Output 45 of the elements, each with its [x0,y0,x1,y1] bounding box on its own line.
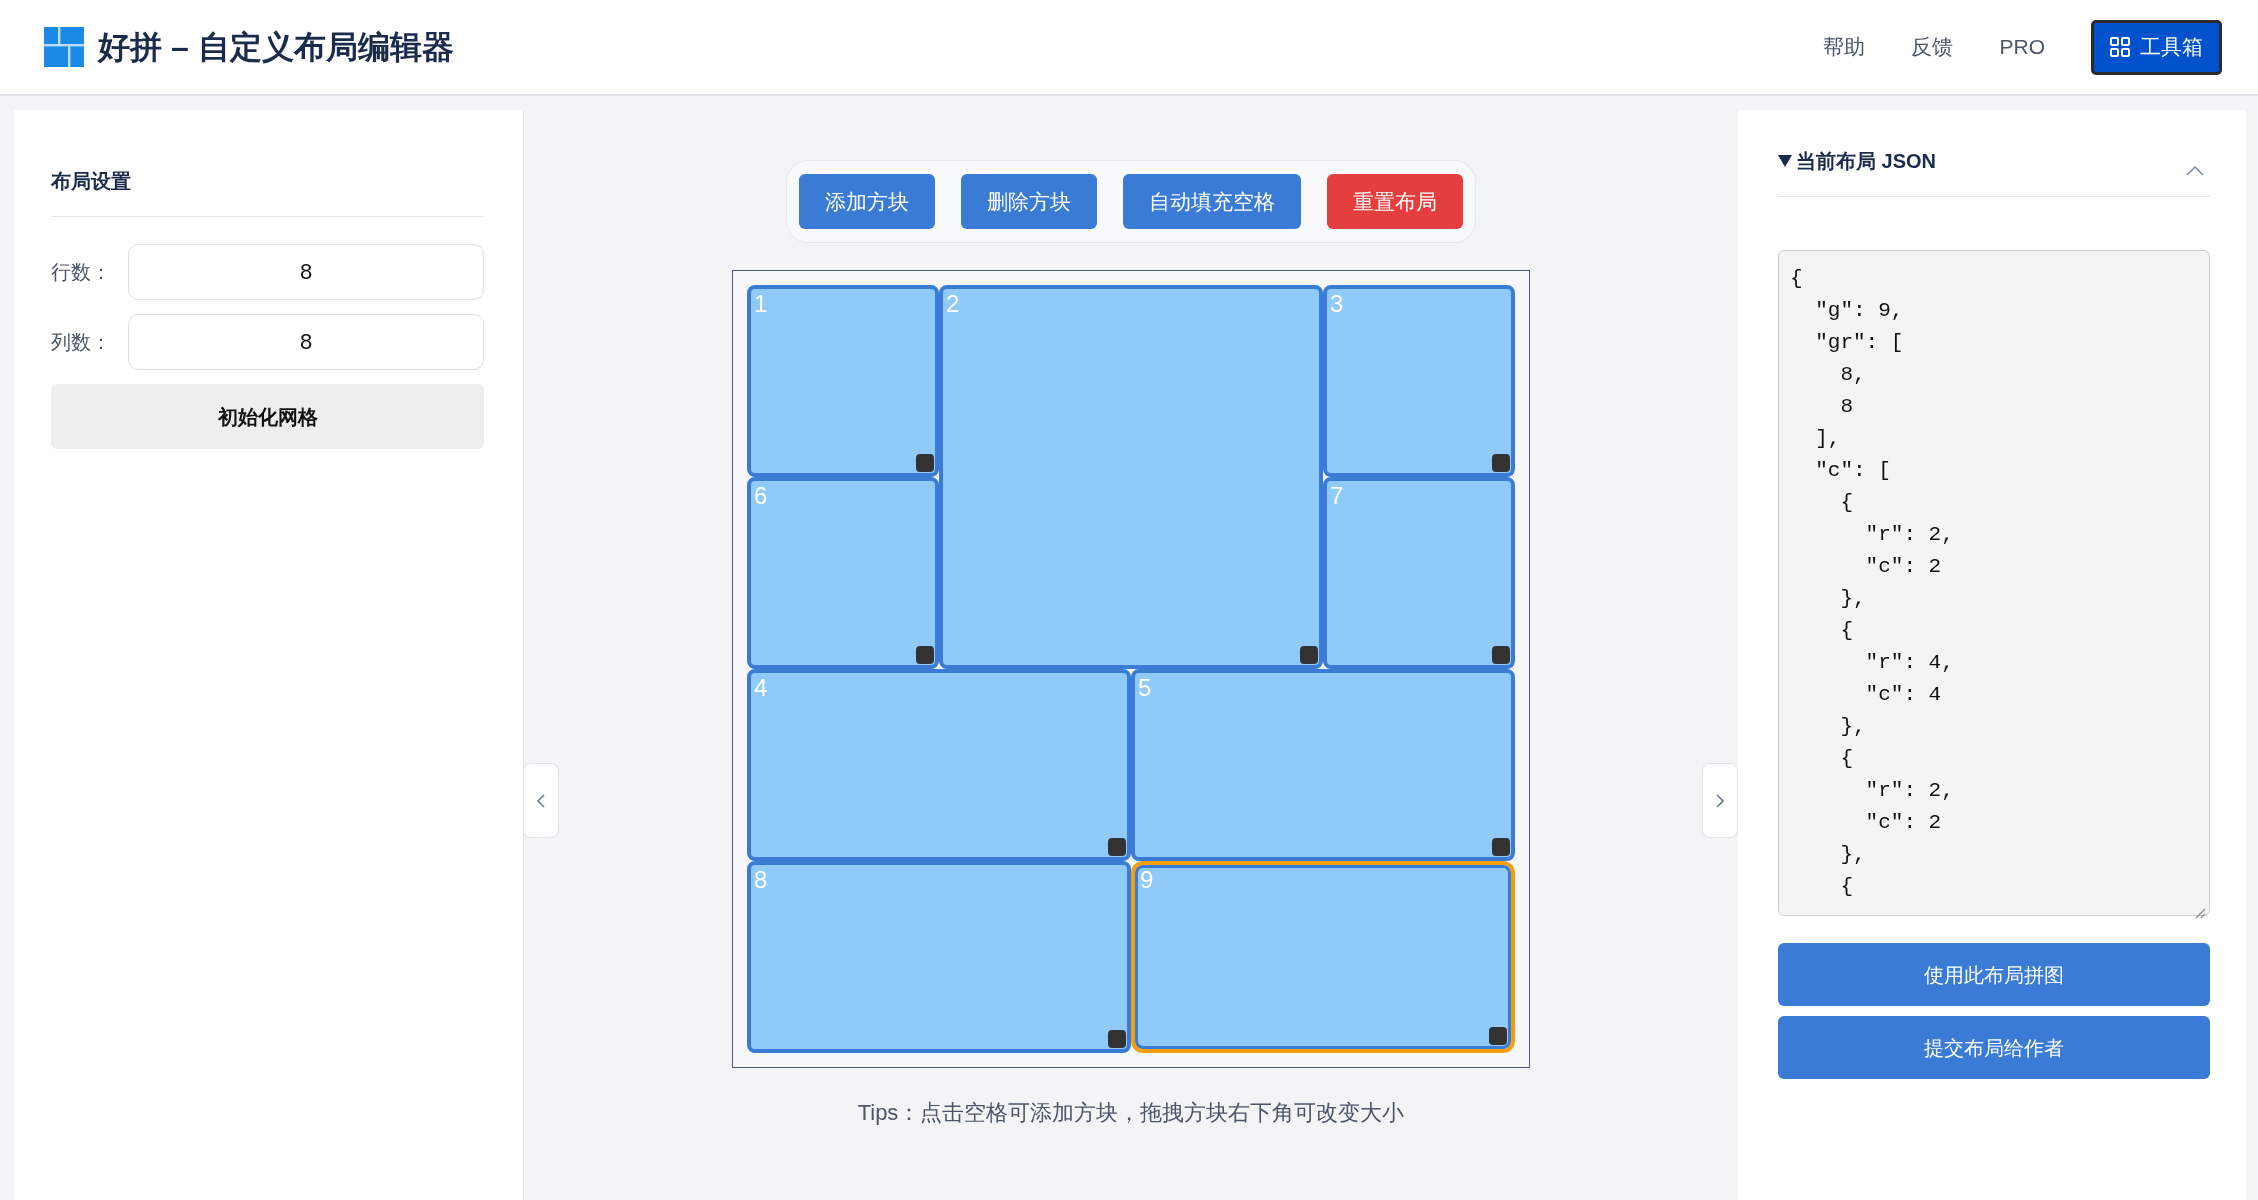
nav-link[interactable]: 帮助 [1823,31,1866,63]
nav-link[interactable]: PRO [1999,31,2045,63]
tips-text: Tips：点击空格可添加方块，拖拽方块右下角可改变大小 [857,1099,1405,1127]
block-number: 4 [754,673,768,703]
handle-icon[interactable] [1492,454,1510,472]
submit-layout-button[interactable]: 提交布局给作者 [1778,1016,2210,1079]
nav-link[interactable]: 反馈 [1911,31,1954,63]
panel-title: 当前布局 JSON [1796,149,1937,174]
action-button[interactable]: 自动填充空格 [1123,174,1301,229]
field-label: 行数： [51,260,112,285]
handle-icon[interactable] [1108,1030,1126,1048]
init-grid-button[interactable]: 初始化网格 [51,384,484,449]
block-number: 3 [1330,289,1344,319]
json-textarea[interactable]: { "g": 9, "gr": [ 8, 8 ], "c": [ { "r": 2, "c": 2 }, { "r": 4, "c": 4 }, { "r": 2, "c": 2 }, { [1778,250,2210,916]
action-button[interactable]: 添加方块 [799,174,935,229]
handle-icon[interactable] [1492,838,1510,856]
handle-icon[interactable] [916,454,934,472]
block-number: 2 [946,289,960,319]
grid-icon [2110,37,2130,57]
use-layout-button[interactable]: 使用此布局拼图 [1778,943,2210,1006]
reset-button[interactable]: 重置布局 [1327,174,1463,229]
block-number: 6 [754,481,768,511]
panel-title: 布局设置 [51,169,132,194]
columns-input[interactable]: 8 [128,314,484,370]
block-number: 5 [1138,673,1152,703]
toolbox-button[interactable]: 工具箱 [2091,19,2222,75]
resize-grip-icon[interactable] [2193,906,2206,919]
handle-icon[interactable] [916,646,934,664]
chevron-right-icon [1716,793,1724,808]
chevron-left-icon [537,793,545,808]
rows-input[interactable]: 8 [128,244,484,300]
logo-icon [44,27,84,67]
handle-icon[interactable] [1489,1027,1507,1045]
handle-icon[interactable] [1492,646,1510,664]
chevron-up-icon[interactable] [2186,166,2204,176]
block-number: 7 [1330,481,1344,511]
app-title: 好拼 – 自定义布局编辑器 [98,28,454,67]
action-button[interactable]: 删除方块 [961,174,1097,229]
field-label: 列数： [51,330,112,355]
triangle-down-icon[interactable] [1778,155,1792,167]
handle-icon[interactable] [1108,838,1126,856]
block-number: 8 [754,865,768,895]
block-number: 1 [754,289,768,319]
handle-icon[interactable] [1300,646,1318,664]
block-number: 9 [1140,865,1154,895]
